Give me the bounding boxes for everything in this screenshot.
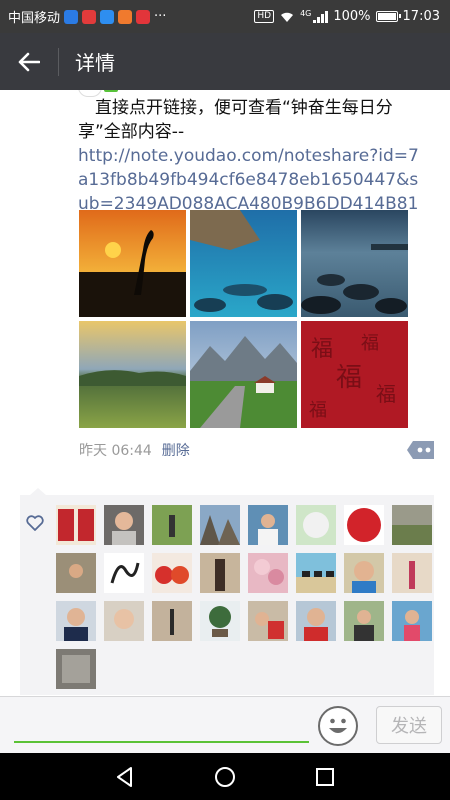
post-text: 直接点开链接，便可查看“钟奋生每日分享”全部内容-- [78, 98, 393, 142]
photo-blue-coast[interactable] [190, 210, 297, 317]
heart-icon [26, 515, 44, 531]
notification-icon-weibo [100, 9, 115, 24]
notification-icon-red [82, 9, 97, 24]
liker-avatar[interactable] [56, 505, 96, 545]
system-home-icon[interactable] [211, 763, 239, 791]
liker-avatar[interactable] [248, 553, 288, 593]
liker-avatar[interactable] [56, 601, 96, 641]
system-navigation-bar [0, 753, 450, 800]
liker-avatar[interactable] [200, 553, 240, 593]
battery-percent: 100% [333, 9, 371, 24]
svg-text:福: 福 [311, 337, 333, 362]
comment-button[interactable] [407, 440, 435, 460]
signal-icon [313, 10, 329, 23]
hd-icon: HD [254, 10, 275, 23]
likes-list [20, 488, 434, 695]
svg-text:福: 福 [309, 400, 327, 421]
liker-avatar[interactable] [200, 505, 240, 545]
liker-avatar[interactable] [344, 553, 384, 593]
more-dots-icon [407, 441, 434, 459]
status-bar: 中国移动 ··· HD 4G 100% 17:03 [0, 0, 450, 33]
liker-avatar[interactable] [248, 601, 288, 641]
nav-divider [58, 47, 59, 76]
liker-avatar[interactable] [56, 553, 96, 593]
svg-text:福: 福 [336, 363, 362, 393]
liker-avatar[interactable] [296, 601, 336, 641]
notification-icon-blue [64, 9, 79, 24]
liker-avatar[interactable] [344, 601, 384, 641]
photo-red-fu-pattern[interactable]: 福 福 福 福 福 [301, 321, 408, 428]
liker-avatar[interactable] [104, 505, 144, 545]
carrier-label: 中国移动 [8, 11, 61, 26]
liker-avatar[interactable] [152, 505, 192, 545]
liker-avatar[interactable] [200, 601, 240, 641]
liker-avatar[interactable] [392, 601, 432, 641]
photo-grassland[interactable] [79, 321, 186, 428]
moment-detail: 直接点开链接，便可查看“钟奋生每日分享”全部内容-- http://note.y… [0, 90, 450, 696]
back-arrow-icon [18, 52, 40, 71]
liker-avatar[interactable] [296, 505, 336, 545]
send-button[interactable]: 发送 [376, 706, 442, 744]
system-recents-icon[interactable] [311, 763, 339, 791]
liker-avatar[interactable] [152, 601, 192, 641]
smiley-icon [329, 718, 347, 733]
post-meta: 昨天 06:44 删除 [79, 440, 190, 460]
liker-avatar[interactable] [248, 505, 288, 545]
more-notifications-icon: ··· [154, 9, 167, 24]
liker-avatar[interactable] [104, 601, 144, 641]
liker-avatar[interactable] [296, 553, 336, 593]
post-time: 昨天 06:44 [79, 443, 152, 459]
system-back-icon[interactable] [111, 763, 139, 791]
photo-rocky-shore[interactable] [301, 210, 408, 317]
delete-button[interactable]: 删除 [162, 440, 190, 460]
liker-avatar[interactable] [344, 505, 384, 545]
author-badge [104, 90, 118, 92]
liker-avatar[interactable] [56, 649, 96, 689]
battery-icon [375, 11, 401, 22]
svg-text:福: 福 [376, 382, 396, 406]
navigation-bar: 详情 [0, 33, 450, 90]
back-button[interactable] [0, 33, 58, 90]
liker-avatar[interactable] [392, 553, 432, 593]
photo-mountain-road[interactable] [190, 321, 297, 428]
liker-avatar[interactable] [392, 505, 432, 545]
network-type-label: 4G [300, 9, 312, 18]
emoji-button[interactable] [318, 706, 358, 746]
liker-avatar[interactable] [152, 553, 192, 593]
photo-grid: 福 福 福 福 福 [79, 210, 409, 428]
notification-icon-orange [118, 9, 133, 24]
photo-sunset-crane[interactable] [79, 210, 186, 317]
notification-icon-video [136, 9, 151, 24]
svg-text:福: 福 [361, 333, 379, 354]
wifi-icon [281, 12, 294, 22]
comment-input[interactable] [14, 741, 309, 743]
liker-avatar[interactable] [104, 553, 144, 593]
page-title: 详情 [75, 51, 115, 75]
clock: 17:03 [402, 9, 440, 24]
